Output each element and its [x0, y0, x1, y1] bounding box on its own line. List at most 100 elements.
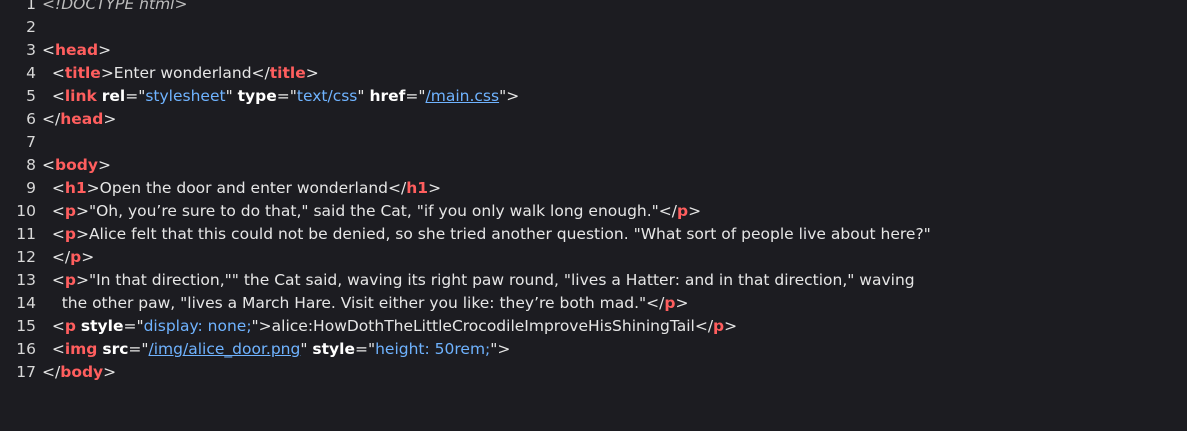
- code-line: 6 </head>: [0, 108, 931, 131]
- line-number: 8: [26, 156, 36, 174]
- code-token: <: [42, 87, 65, 105]
- code-line: 2: [0, 16, 931, 39]
- code-token: >"Oh, you’re sure to do that," said the …: [75, 202, 678, 220]
- code-token: p: [70, 248, 82, 266]
- line-number: 1: [26, 0, 36, 13]
- code-token: =": [354, 340, 376, 358]
- code-line: 16 <img src="/img/alice_door.png" style=…: [0, 338, 931, 361]
- line-number: 3: [26, 41, 36, 59]
- code-token: <: [42, 202, 65, 220]
- line-number: 11: [16, 225, 36, 243]
- line-content: <title>Enter wonderland</title>: [42, 62, 319, 85]
- line-number: 14: [16, 294, 36, 312]
- line-number: 9: [26, 179, 36, 197]
- code-viewer[interactable]: 1 <!DOCTYPE html> 2 3 <head> 4 <title>Enter w…: [0, 0, 1187, 431]
- code-token: <: [42, 156, 55, 174]
- code-token: >: [675, 294, 689, 312]
- line-content: <p>"In that direction,"" the Cat said, w…: [42, 269, 915, 292]
- line-content: <link rel="stylesheet" type="text/css" h…: [42, 85, 519, 108]
- code-token: head: [55, 41, 99, 59]
- line-number: 12: [16, 248, 36, 266]
- code-token: =": [125, 87, 146, 105]
- line-number: 10: [16, 202, 36, 220]
- code-token: >Enter wonderland</: [100, 64, 270, 82]
- code-token: p: [677, 202, 689, 220]
- code-token: <: [42, 64, 65, 82]
- line-content: <p>Alice felt that this could not be den…: [42, 223, 931, 246]
- code-token: >"In that direction,"" the Cat said, wav…: [75, 271, 915, 289]
- code-token: p: [64, 271, 76, 289]
- code-token: >: [428, 179, 442, 197]
- code-token: type: [237, 87, 277, 105]
- code-token: p: [664, 294, 676, 312]
- code-token: head: [60, 110, 104, 128]
- code-line: 11 <p>Alice felt that this could not be …: [0, 223, 931, 246]
- code-token: body: [60, 363, 104, 381]
- code-token: </: [42, 110, 61, 128]
- code-token: >: [81, 248, 95, 266]
- line-number: 7: [26, 133, 36, 151]
- code-token: =": [128, 340, 149, 358]
- code-line: 8 <body>: [0, 154, 931, 177]
- code-token: p: [64, 202, 76, 220]
- code-token: ": [357, 87, 370, 105]
- code-area[interactable]: 1 <!DOCTYPE html> 2 3 <head> 4 <title>Enter w…: [0, 0, 931, 384]
- code-token: height: 50rem;: [375, 340, 491, 358]
- code-line: 14 the other paw, "lives a March Hare. V…: [0, 292, 931, 315]
- code-token: title: [64, 64, 101, 82]
- line-number: 2: [26, 18, 36, 36]
- code-token: <: [42, 41, 55, 59]
- line-content: <!DOCTYPE html>: [42, 0, 187, 16]
- code-token: style: [80, 317, 124, 335]
- code-token: =": [276, 87, 297, 105]
- code-token: title: [269, 64, 306, 82]
- code-token: >: [305, 64, 319, 82]
- line-number: 15: [16, 317, 36, 335]
- code-token: p: [64, 225, 76, 243]
- code-token: <: [42, 179, 65, 197]
- code-link[interactable]: /main.css: [426, 87, 500, 105]
- code-line: 13 <p>"In that direction,"" the Cat said…: [0, 269, 931, 292]
- code-line: 9 <h1>Open the door and enter wonderland…: [0, 177, 931, 200]
- code-line: 10 <p>"Oh, you’re sure to do that," said…: [0, 200, 931, 223]
- code-token: <: [42, 271, 65, 289]
- code-token: link: [64, 87, 97, 105]
- code-link[interactable]: /img/alice_door.png: [149, 340, 301, 358]
- code-token: <: [42, 317, 65, 335]
- code-token: =": [123, 317, 144, 335]
- code-line: 15 <p style="display: none;">alice:HowDo…: [0, 315, 931, 338]
- code-token: stylesheet: [145, 87, 226, 105]
- line-number: 6: [26, 110, 36, 128]
- code-line: 7: [0, 131, 931, 154]
- code-token: img: [64, 340, 98, 358]
- code-token: <: [42, 340, 65, 358]
- code-token: >Alice felt that this could not be denie…: [75, 225, 931, 243]
- code-line: 4 <title>Enter wonderland</title>: [0, 62, 931, 85]
- code-token: <!DOCTYPE html>: [42, 0, 188, 13]
- code-token: href: [369, 87, 406, 105]
- line-content: <img src="/img/alice_door.png" style="he…: [42, 338, 511, 361]
- code-token: >: [688, 202, 702, 220]
- line-content: </p>: [42, 246, 94, 269]
- code-line: 1 <!DOCTYPE html>: [0, 0, 931, 16]
- code-token: ": [300, 340, 313, 358]
- code-line: 3 <head>: [0, 39, 931, 62]
- code-token: text/css: [296, 87, 358, 105]
- line-number: 17: [16, 363, 36, 381]
- line-content: the other paw, "lives a March Hare. Visi…: [42, 292, 689, 315]
- code-token: p: [64, 317, 76, 335]
- code-token: >: [724, 317, 738, 335]
- line-content: </head>: [42, 108, 116, 131]
- line-number: 4: [26, 64, 36, 82]
- line-content: <p style="display: none;">alice:HowDothT…: [42, 315, 737, 338]
- line-content: <p>"Oh, you’re sure to do that," said th…: [42, 200, 701, 223]
- code-token: ">: [499, 87, 520, 105]
- code-token: >: [103, 110, 117, 128]
- code-line: 12 </p>: [0, 246, 931, 269]
- code-token: >: [103, 363, 117, 381]
- code-token: =": [405, 87, 426, 105]
- code-token: <: [42, 225, 65, 243]
- line-content: </body>: [42, 361, 116, 384]
- code-token: src: [102, 340, 129, 358]
- line-number: 5: [26, 87, 36, 105]
